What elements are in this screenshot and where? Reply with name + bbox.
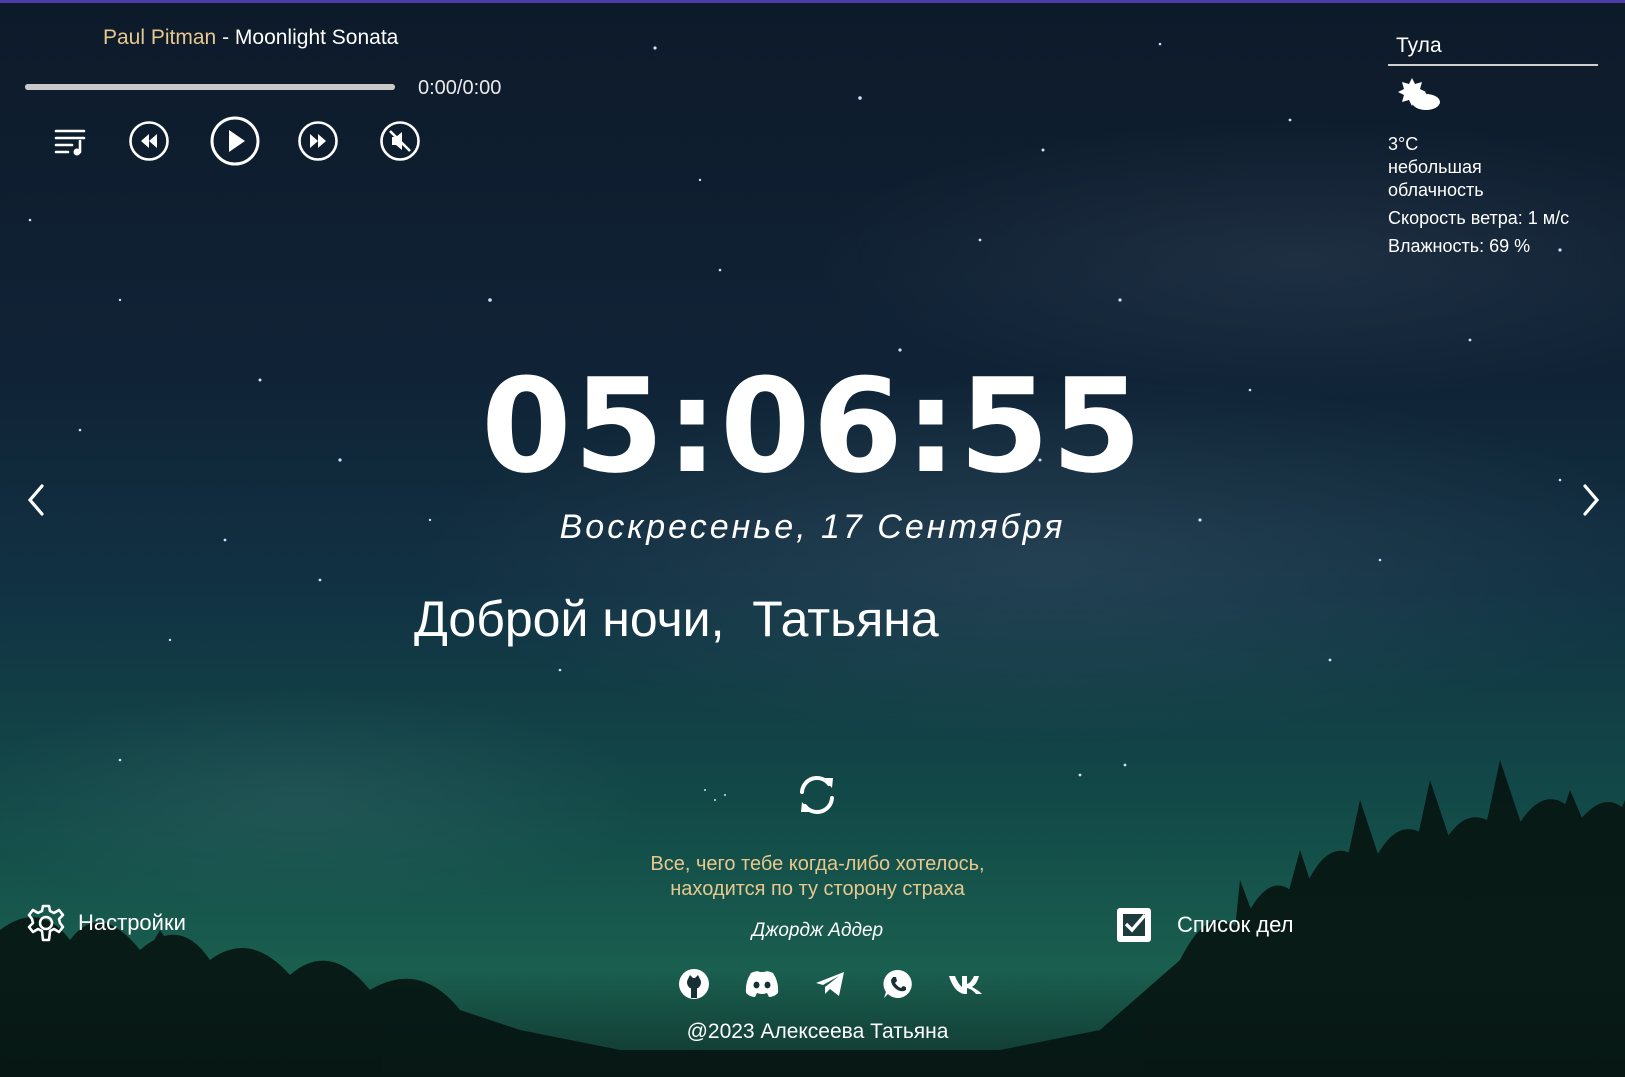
greeting: Доброй ночи, Татьяна (414, 590, 939, 648)
gear-icon (27, 904, 65, 942)
track-title: Paul Pitman - Moonlight Sonata (103, 26, 398, 50)
quote-line-1: Все, чего тебе когда-либо хотелось, (650, 853, 985, 875)
whatsapp-icon (883, 969, 912, 998)
track-time: 0:00/0:00 (418, 77, 502, 99)
temperature: 3°C (1388, 134, 1419, 154)
telegram-link[interactable] (796, 964, 864, 1004)
city-input[interactable]: Тула (1388, 30, 1598, 66)
progress-fill (25, 84, 395, 90)
weather-widget: Тула 3°C небольшая облачность Скорость в… (1388, 30, 1598, 258)
rewind-button[interactable] (126, 118, 172, 164)
humidity: Влажность: 69 % (1388, 236, 1531, 256)
current-date: Воскресенье, 17 Сентября (559, 508, 1066, 546)
telegram-icon (816, 972, 844, 996)
discord-link[interactable] (728, 964, 796, 1004)
progress-bar[interactable] (25, 84, 395, 90)
mute-icon (380, 121, 420, 161)
slide-prev-button[interactable] (22, 482, 52, 518)
whatsapp-link[interactable] (864, 964, 932, 1004)
github-link[interactable] (660, 964, 728, 1004)
weather-description-2: облачность (1388, 180, 1484, 200)
wind-speed: Скорость ветра: 1 м/с (1388, 208, 1570, 228)
track-artist: Paul Pitman (103, 26, 217, 49)
track-song: Moonlight Sonata (234, 26, 399, 49)
playlist-icon (54, 129, 86, 156)
change-quote-button[interactable] (794, 772, 840, 823)
checkbox-icon (1117, 908, 1151, 942)
fast-forward-button[interactable] (295, 118, 341, 164)
vk-link[interactable] (932, 964, 1000, 1004)
chevron-left-icon (27, 484, 44, 516)
settings-label: Настройки (78, 910, 186, 935)
clock-time: 05:06:55 (481, 350, 1144, 502)
todo-list-label: Список дел (1177, 912, 1294, 937)
quote-author: Джордж Аддер (751, 920, 884, 941)
copyright: @2023 Алексеева Татьяна (686, 1020, 949, 1043)
playlist-button[interactable] (47, 118, 93, 164)
play-button[interactable] (208, 114, 262, 168)
social-links (660, 964, 1000, 1004)
greeting-text: Доброй ночи, Татьяна (414, 591, 939, 647)
fast-forward-icon (298, 121, 338, 161)
refresh-icon (800, 776, 834, 814)
weather-description-1: небольшая (1388, 157, 1482, 177)
todo-list-button[interactable]: Список дел (1115, 906, 1294, 944)
quote-text: Все, чего тебе когда-либо хотелось, нахо… (0, 852, 1625, 902)
github-icon (679, 969, 709, 999)
vk-icon (949, 976, 982, 994)
partly-cloudy-night-icon (1392, 74, 1598, 119)
chevron-right-icon (1583, 484, 1600, 516)
rewind-icon (129, 121, 169, 161)
discord-icon (745, 971, 779, 997)
mute-button[interactable] (377, 118, 423, 164)
slide-next-button[interactable] (1575, 482, 1605, 518)
track-separator: - (216, 26, 235, 49)
settings-button[interactable]: Настройки (26, 903, 186, 943)
quote-line-2: находится по ту сторону страха (670, 878, 965, 900)
play-icon (210, 116, 260, 166)
